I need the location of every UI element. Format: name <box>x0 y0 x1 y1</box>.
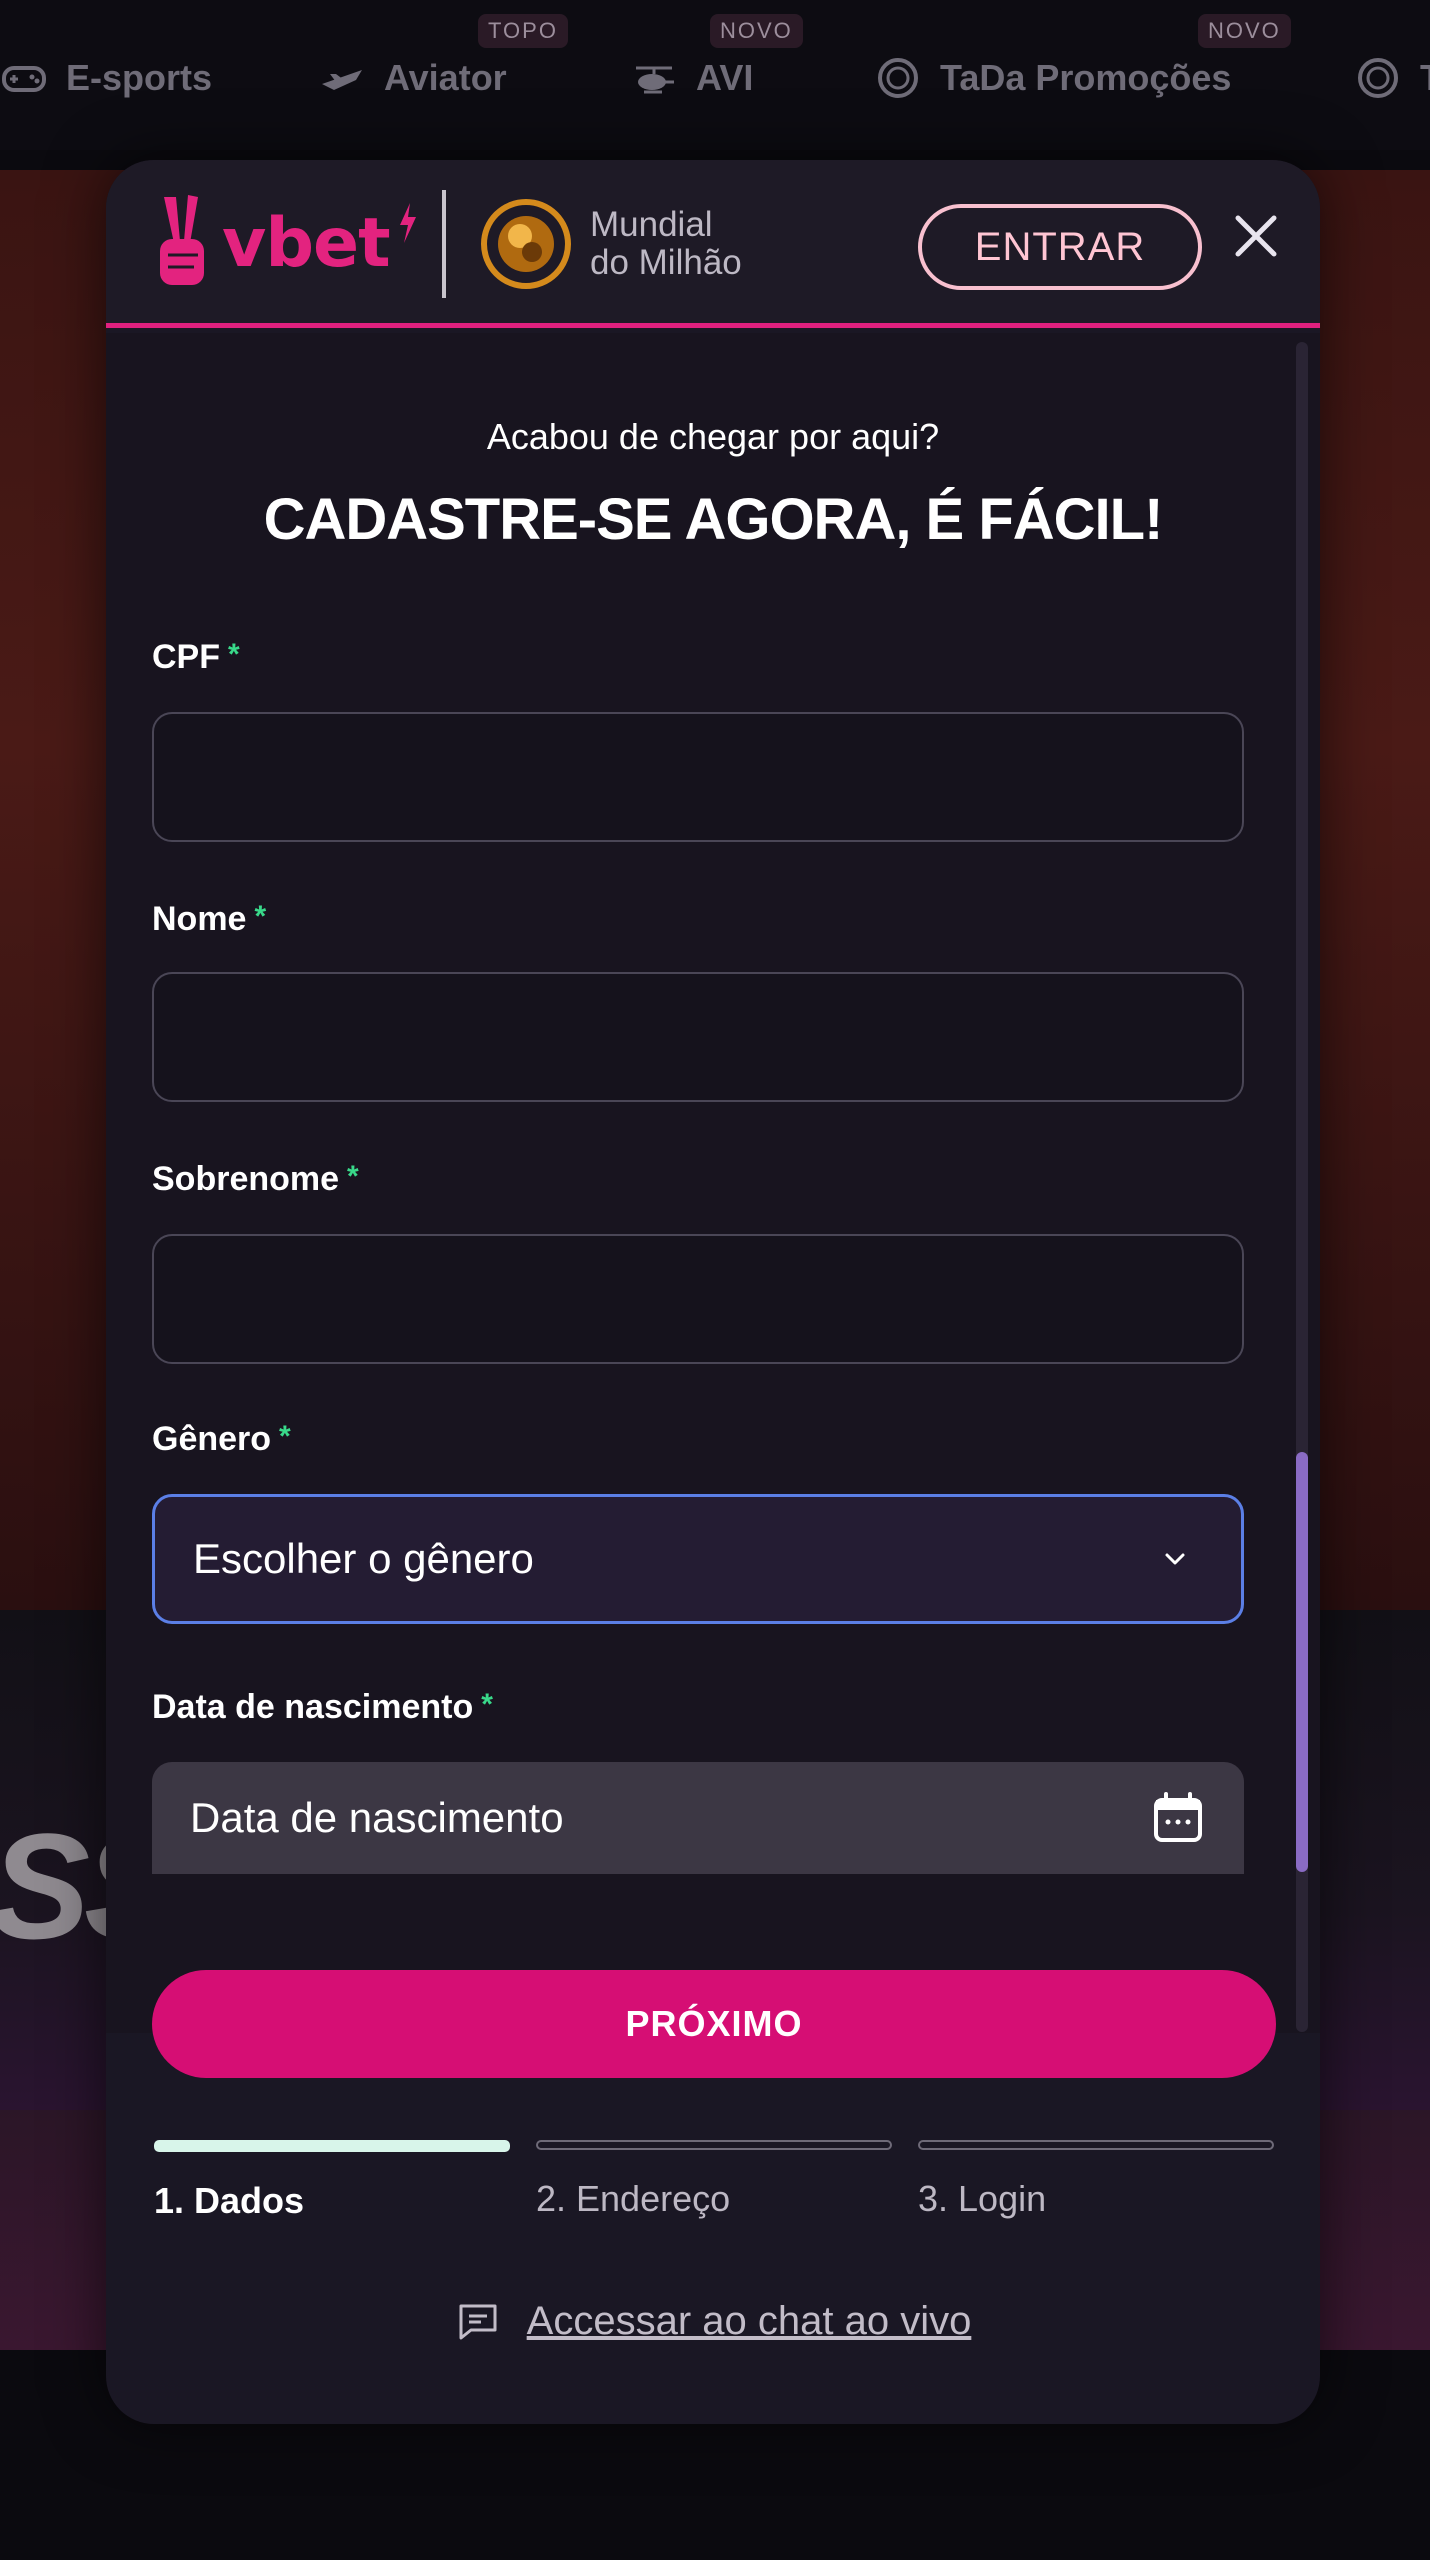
step-label: 1. Dados <box>154 2180 305 2221</box>
login-button[interactable]: ENTRAR <box>918 204 1202 290</box>
modal-header: vbet Mundial do Milhão ENTRAR <box>106 160 1320 328</box>
required-marker: * <box>228 638 240 671</box>
step-progress-bar <box>536 2140 892 2150</box>
nav-item-label: AVI <box>696 57 754 98</box>
cpf-label: CPF * <box>152 638 240 677</box>
partner-line2: do Milhão <box>590 243 742 282</box>
chevron-down-icon <box>1165 1553 1185 1565</box>
partner-line1: Mundial <box>590 205 713 244</box>
cpf-label-text: CPF <box>152 638 220 676</box>
cpf-input[interactable] <box>152 712 1244 842</box>
nascimento-label-text: Data de nascimento <box>152 1688 474 1726</box>
badge-topo: TOPO <box>478 14 568 48</box>
nascimento-placeholder: Data de nascimento <box>190 1794 564 1841</box>
nome-label-text: Nome <box>152 900 247 938</box>
nav-item-tada-promocoes[interactable]: TaDa Promoções <box>874 48 1231 108</box>
nav-item-avi[interactable]: AVI <box>630 48 753 108</box>
step-login: 3. Login <box>918 2140 1274 2220</box>
badge-novo: NOVO <box>710 14 803 48</box>
close-button[interactable] <box>1222 202 1290 270</box>
vbet-logo: vbet <box>154 188 418 298</box>
step-label: 2. Endereço <box>536 2178 731 2219</box>
required-marker: * <box>481 1688 493 1721</box>
nav-item-label: TaDa Promoções <box>940 57 1232 98</box>
sobrenome-label: Sobrenome * <box>152 1160 359 1199</box>
chat-icon <box>459 2304 497 2340</box>
registration-modal: vbet Mundial do Milhão ENTRAR Acabou de … <box>106 160 1320 2424</box>
logo-divider <box>442 190 446 298</box>
nav-item-aviator[interactable]: Aviator <box>318 48 507 108</box>
brand-name: vbet <box>222 203 391 283</box>
coin-icon <box>1358 58 1398 98</box>
badge-novo: NOVO <box>1198 14 1291 48</box>
nav-item-overflow[interactable]: T <box>1354 48 1430 108</box>
form-headline: CADASTRE-SE AGORA, É FÁCIL! <box>263 487 1164 552</box>
live-chat-link[interactable]: Accessar ao chat ao vivo <box>106 2298 1320 2344</box>
step-progress-bar <box>918 2140 1274 2150</box>
golden-ball-icon <box>481 199 571 289</box>
nav-item-label: T <box>1420 57 1430 99</box>
nav-item-label: Aviator <box>384 57 507 98</box>
genero-label: Gênero * <box>152 1420 291 1459</box>
sobrenome-label-text: Sobrenome <box>152 1160 340 1198</box>
mundial-do-milhao-logo: Mundial do Milhão <box>480 192 742 296</box>
coin-icon <box>878 58 918 98</box>
gamepad-icon <box>2 66 46 92</box>
nascimento-input[interactable]: Data de nascimento <box>152 1762 1244 1874</box>
form-subtitle: Acabou de chegar por aqui? <box>486 416 940 457</box>
genero-select[interactable]: Escolher o gênero <box>152 1494 1244 1624</box>
step-dados: 1. Dados <box>154 2140 510 2222</box>
required-marker: * <box>279 1420 291 1453</box>
helicopter-icon <box>636 66 674 94</box>
step-progress-bar <box>154 2140 510 2152</box>
airplane-icon <box>322 70 362 90</box>
sobrenome-input[interactable] <box>152 1234 1244 1364</box>
nascimento-label: Data de nascimento * <box>152 1688 493 1727</box>
nome-label: Nome * <box>152 900 266 939</box>
nome-input[interactable] <box>152 972 1244 1102</box>
genero-selected-value: Escolher o gênero <box>193 1535 534 1582</box>
next-button[interactable]: PRÓXIMO <box>152 1970 1276 2078</box>
victory-hand-icon <box>160 195 204 285</box>
required-marker: * <box>347 1160 359 1193</box>
nav-item-esports[interactable]: E-sports <box>0 48 212 108</box>
scrollbar[interactable] <box>1296 342 1308 2032</box>
step-label: 3. Login <box>918 2178 1047 2219</box>
nav-item-label: E-sports <box>66 57 213 98</box>
calendar-icon[interactable] <box>1150 1790 1206 1846</box>
live-chat-label[interactable]: Accessar ao chat ao vivo <box>527 2299 972 2344</box>
genero-label-text: Gênero <box>152 1420 272 1458</box>
required-marker: * <box>254 900 267 933</box>
step-endereco: 2. Endereço <box>536 2140 892 2220</box>
scrollbar-thumb[interactable] <box>1296 1452 1308 1872</box>
close-icon <box>1235 215 1277 257</box>
lightning-icon <box>399 203 416 243</box>
top-navigation: E-sports Aviator TOPO AVI NOVO TaDa Prom… <box>0 0 1430 150</box>
